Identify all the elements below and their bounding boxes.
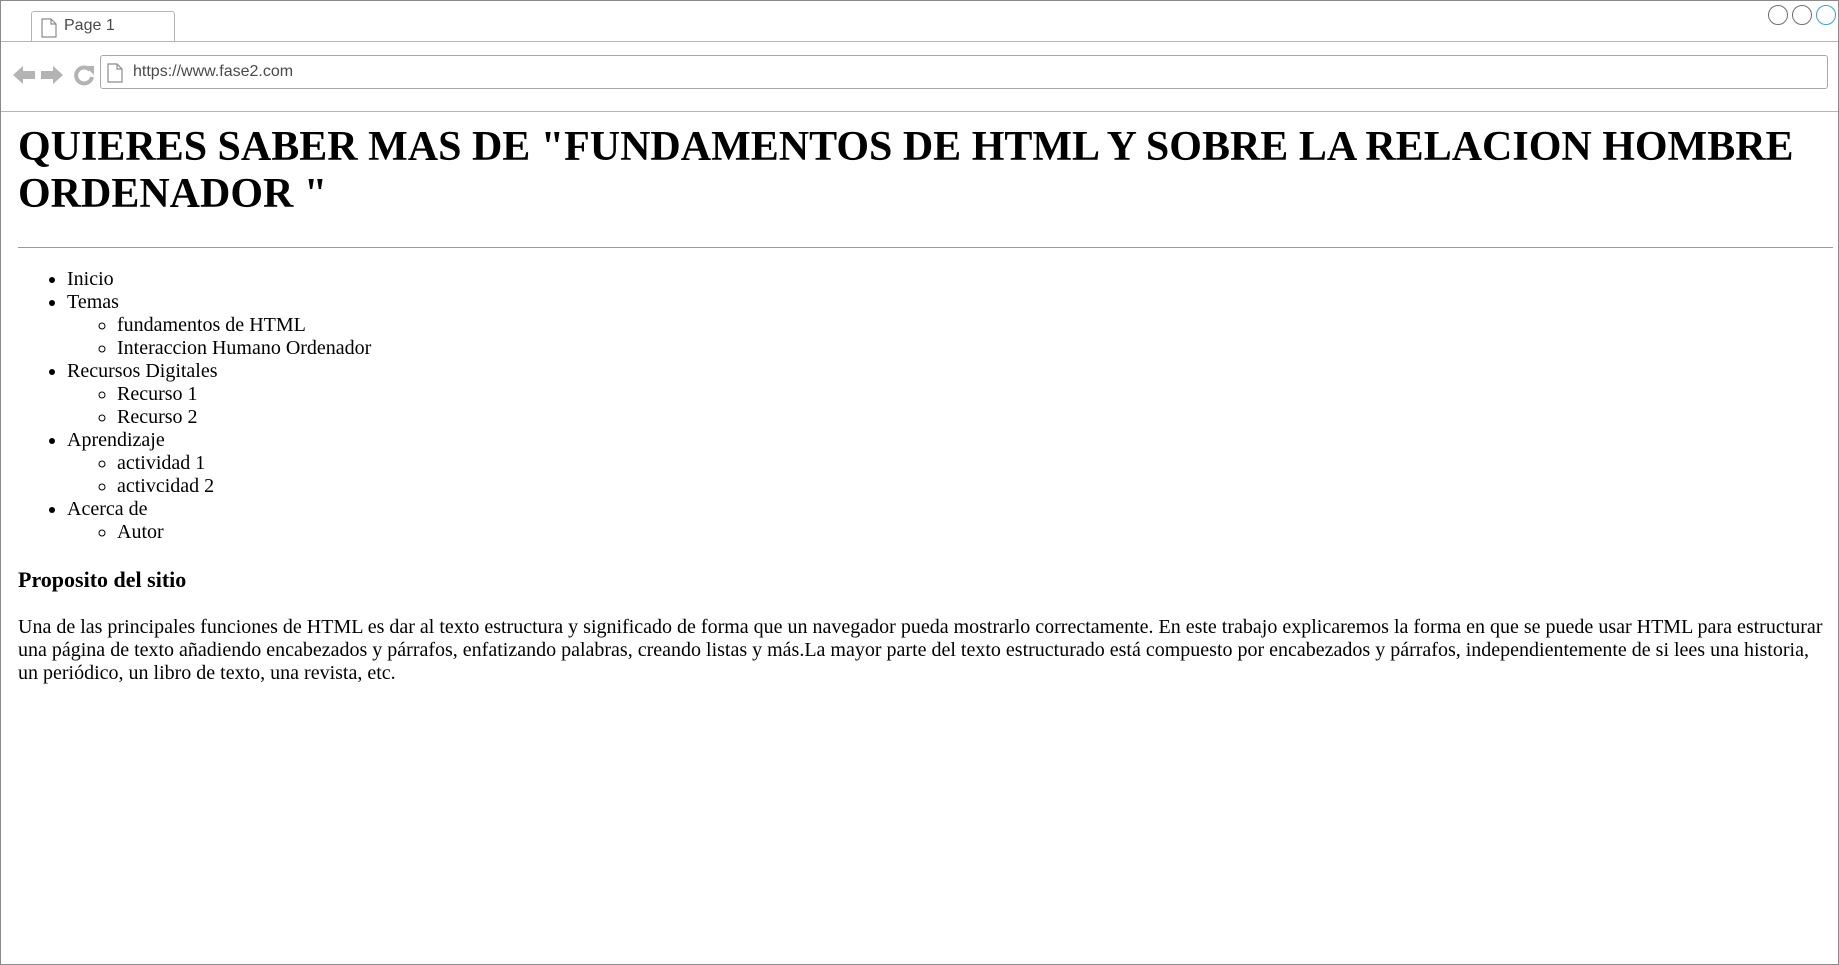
nav-item-label[interactable]: Acerca de xyxy=(67,498,148,520)
address-toolbar: https://www.fase2.com xyxy=(1,42,1838,112)
window-controls xyxy=(1764,5,1836,27)
nav-item-label[interactable]: Inicio xyxy=(67,268,114,290)
subnav-item[interactable]: actividad 1 xyxy=(117,452,1833,475)
browser-window: Page 1 https://www.fase2.com QUIERES SAB… xyxy=(0,0,1839,965)
nav-item-recursos-digitales[interactable]: Recursos Digitales Recurso 1 Recurso 2 xyxy=(67,360,1833,429)
subnav-item[interactable]: fundamentos de HTML xyxy=(117,314,1833,337)
forward-arrow-icon[interactable] xyxy=(39,62,65,88)
submenu-recursos: Recurso 1 Recurso 2 xyxy=(67,383,1833,429)
subnav-item[interactable]: Recurso 2 xyxy=(117,406,1833,429)
nav-item-label[interactable]: Recursos Digitales xyxy=(67,360,218,382)
address-bar[interactable]: https://www.fase2.com xyxy=(100,55,1828,89)
nav-item-label[interactable]: Aprendizaje xyxy=(67,429,165,451)
purpose-paragraph: Una de las principales funciones de HTML… xyxy=(18,616,1823,684)
back-arrow-icon[interactable] xyxy=(11,62,37,88)
close-button[interactable] xyxy=(1816,5,1836,25)
page-title: QUIERES SABER MAS DE "FUNDAMENTOS DE HTM… xyxy=(18,124,1794,217)
section-heading: Proposito del sitio xyxy=(18,567,187,592)
nav-item-label[interactable]: Temas xyxy=(67,291,119,313)
nav-item-acerca-de[interactable]: Acerca de Autor xyxy=(67,498,1833,544)
tab-page-1[interactable]: Page 1 xyxy=(31,11,175,41)
nav-item-temas[interactable]: Temas fundamentos de HTML Interaccion Hu… xyxy=(67,291,1833,360)
submenu-acerca: Autor xyxy=(67,521,1833,544)
divider xyxy=(18,247,1833,248)
url-text: https://www.fase2.com xyxy=(133,63,294,80)
subnav-item[interactable]: Interaccion Humano Ordenador xyxy=(117,337,1833,360)
reload-icon[interactable] xyxy=(71,62,97,88)
subnav-item[interactable]: activcidad 2 xyxy=(117,475,1833,498)
nav-item-aprendizaje[interactable]: Aprendizaje actividad 1 activcidad 2 xyxy=(67,429,1833,498)
maximize-button[interactable] xyxy=(1792,5,1812,25)
page-content: QUIERES SABER MAS DE "FUNDAMENTOS DE HTM… xyxy=(18,112,1833,685)
submenu-temas: fundamentos de HTML Interaccion Humano O… xyxy=(67,314,1833,360)
site-navigation: Inicio Temas fundamentos de HTML Interac… xyxy=(18,268,1833,544)
tab-strip: Page 1 xyxy=(1,1,1838,42)
submenu-aprendizaje: actividad 1 activcidad 2 xyxy=(67,452,1833,498)
nav-item-inicio[interactable]: Inicio xyxy=(67,268,1833,291)
minimize-button[interactable] xyxy=(1768,5,1788,25)
page-icon xyxy=(41,18,57,38)
tab-title: Page 1 xyxy=(64,17,115,34)
page-icon xyxy=(107,63,123,83)
subnav-item[interactable]: Autor xyxy=(117,521,1833,544)
subnav-item[interactable]: Recurso 1 xyxy=(117,383,1833,406)
